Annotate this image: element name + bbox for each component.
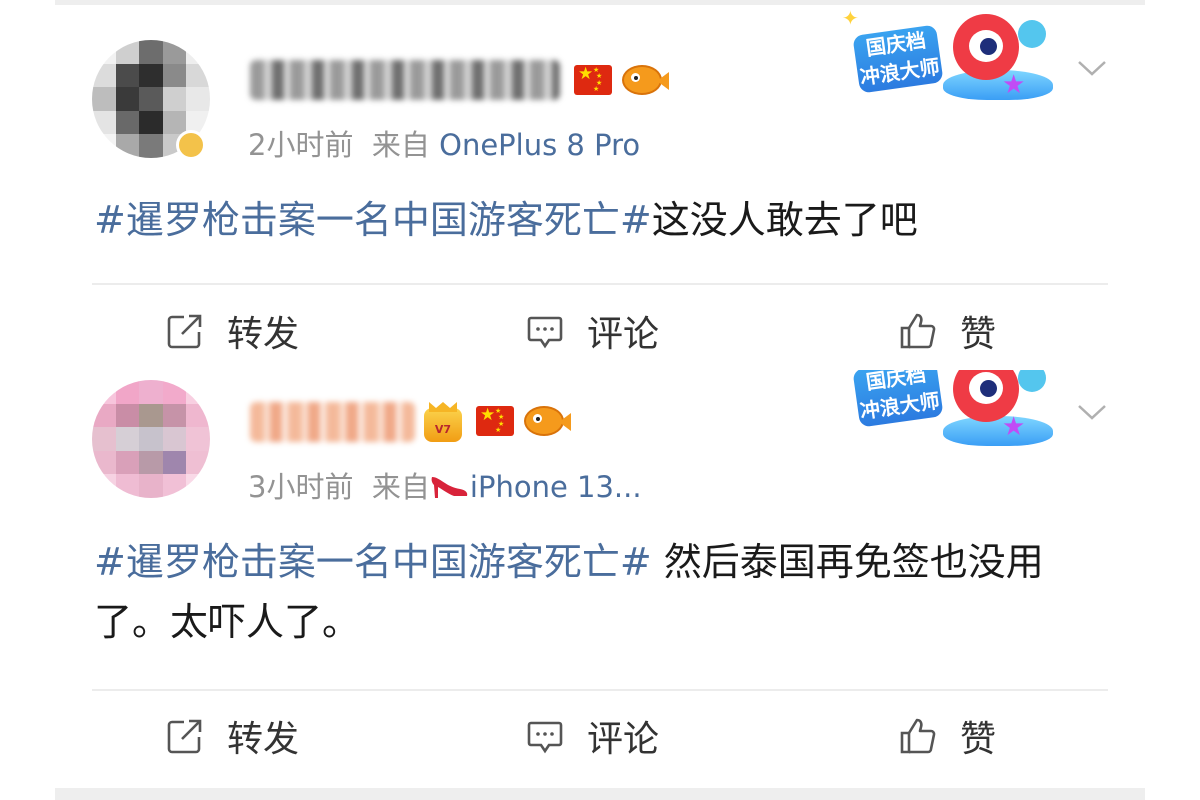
- chevron-down-icon[interactable]: [1076, 52, 1108, 84]
- comment-button[interactable]: 评论: [525, 305, 659, 357]
- repost-button[interactable]: 转发: [165, 710, 299, 762]
- banner-label: 国庆档 冲浪大师: [852, 24, 944, 94]
- flag-cn-icon: ★ ★ ★ ★ ★: [476, 406, 514, 436]
- robot-icon: [1018, 370, 1046, 392]
- comment-icon: [527, 721, 563, 754]
- star-icon: ★: [1002, 70, 1026, 100]
- repost-button[interactable]: 转发: [165, 305, 299, 357]
- post-meta: 2小时前 来自 OnePlus 8 Pro: [248, 122, 640, 164]
- comment-icon: [527, 316, 563, 349]
- like-icon: [900, 313, 936, 349]
- chevron-down-icon[interactable]: [1076, 396, 1108, 428]
- post-card: ★ ★ ★ ★ ★ 2小时前 来自 OnePlus 8 Pro ✦ 国庆档 冲浪…: [0, 0, 1200, 370]
- avatar[interactable]: [92, 380, 210, 498]
- like-button[interactable]: 赞: [898, 710, 996, 762]
- post-meta: 3小时前 来自 iPhone 13...: [248, 464, 642, 506]
- post-time: 3小时前: [248, 470, 354, 504]
- sparkle-icon: ✦: [842, 8, 859, 30]
- username-blurred[interactable]: [250, 60, 560, 100]
- username-blurred[interactable]: [250, 402, 415, 442]
- source-prefix: 来自: [371, 470, 430, 504]
- star-icon: ★: [1002, 412, 1026, 442]
- comment-label: 评论: [587, 314, 660, 355]
- like-icon: [900, 718, 936, 754]
- next-post-edge: [55, 788, 1145, 800]
- flag-cn-icon: ★ ★ ★ ★ ★: [574, 65, 612, 95]
- repost-label: 转发: [227, 314, 300, 355]
- hashtag-link[interactable]: #暹罗枪击案一名中国游客死亡#: [94, 198, 652, 242]
- robot-icon: [1018, 20, 1046, 48]
- repost-icon: [167, 719, 202, 754]
- banner-label: 国庆档 冲浪大师: [852, 370, 944, 428]
- divider: [92, 283, 1108, 285]
- post-text: 这没人敢去了吧: [651, 198, 918, 242]
- wave-icon: [943, 416, 1053, 446]
- holiday-banner[interactable]: 国庆档 冲浪大师 ★: [838, 370, 1056, 450]
- like-label: 赞: [960, 314, 997, 355]
- like-label: 赞: [960, 719, 997, 760]
- verified-badge-icon: [176, 130, 206, 160]
- comment-label: 评论: [587, 719, 660, 760]
- fish-emoji-icon: [622, 65, 669, 95]
- source-device[interactable]: OnePlus 8 Pro: [439, 128, 640, 162]
- repost-label: 转发: [227, 719, 300, 760]
- post-card: V7 ★ ★ ★ ★ ★ 3小时前 来自 iPhone 13... 国庆档 冲浪…: [0, 370, 1200, 788]
- post-content: #暹罗枪击案一名中国游客死亡# 然后泰国再免签也没用了。太吓人了。: [94, 532, 1114, 652]
- divider: [92, 689, 1108, 691]
- high-heel-icon: [431, 477, 468, 498]
- post-time: 2小时前: [248, 128, 354, 162]
- crown-badge-icon: V7: [424, 408, 462, 442]
- holiday-banner[interactable]: ✦ 国庆档 冲浪大师 ★: [838, 8, 1056, 108]
- hashtag-link[interactable]: #暹罗枪击案一名中国游客死亡#: [94, 540, 652, 584]
- repost-icon: [167, 314, 202, 349]
- fish-emoji-icon: [524, 406, 571, 436]
- comment-button[interactable]: 评论: [525, 710, 659, 762]
- source-device[interactable]: iPhone 13...: [470, 470, 642, 504]
- source-prefix: 来自: [371, 128, 430, 162]
- like-button[interactable]: 赞: [898, 305, 996, 357]
- post-content: #暹罗枪击案一名中国游客死亡#这没人敢去了吧: [94, 190, 1114, 250]
